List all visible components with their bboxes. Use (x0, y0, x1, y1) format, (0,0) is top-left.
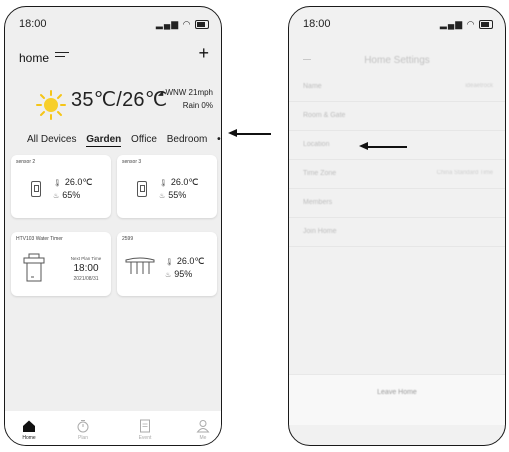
bottom-tab-bar: Home Plan Event Me (5, 411, 221, 445)
temperature-reading: 🌡 26.0℃ (165, 256, 205, 266)
card-title: HTV103 Water Timer (16, 236, 63, 242)
humidity-reading: ♨ 65% (53, 190, 81, 200)
next-plan-time: 18:00 (73, 263, 99, 274)
row-label: Members (303, 199, 333, 206)
battery-icon (479, 20, 493, 30)
tab-event[interactable]: Event (125, 419, 165, 441)
wind-speed: WNW 21mph (165, 88, 213, 97)
row-label: Join Home (303, 228, 337, 235)
home-screen-phone: 18:00 ▂▄▆ ◠ home + 35℃/26℃ ◢ WNW 21mph R… (4, 6, 222, 446)
station-device-icon (125, 257, 155, 274)
timer-icon (77, 420, 89, 433)
settings-row-room[interactable]: Room & Gate (289, 104, 505, 131)
sun-icon (36, 90, 66, 120)
card-title: 2599 (122, 236, 134, 242)
row-label: Time Zone (303, 170, 337, 177)
humidity-reading: ♨ 55% (159, 190, 187, 200)
wind-info: ◢ WNW 21mph Rain 0% (158, 87, 213, 112)
home-settings-phone: 18:00 ▂▄▆ ◠ Home Settings Name ideaetroc… (288, 6, 506, 446)
thermometer-icon: 🌡 (159, 180, 168, 187)
more-tabs-button[interactable]: ••• (217, 134, 221, 145)
humidity-reading: ♨ 95% (165, 269, 193, 279)
next-plan-label: Next Plan Time (70, 256, 102, 261)
device-card-water-timer[interactable]: HTV103 Water Timer Next Plan Time 18:00 … (11, 232, 111, 296)
status-time: 18:00 (303, 18, 331, 30)
device-card-sensor-2[interactable]: sensor 2 🌡 26.0℃ ♨ 65% (11, 155, 111, 218)
leave-home-button[interactable]: Leave Home (289, 374, 505, 425)
annotation-arrow (228, 129, 271, 137)
row-value: ideaetrock (465, 83, 493, 89)
battery-icon (195, 20, 209, 30)
settings-row-join-home[interactable]: Join Home (289, 220, 505, 247)
row-label: Location (303, 141, 330, 148)
next-plan-date: 2021/08/31 (73, 276, 99, 282)
home-icon (23, 420, 35, 432)
card-title: sensor 3 (122, 159, 142, 165)
row-value: China Standard Time (436, 170, 493, 176)
water-timer-icon (23, 253, 45, 282)
leave-home-label: Leave Home (377, 389, 417, 396)
sensor-device-icon (31, 181, 41, 197)
sensor-device-icon (137, 181, 147, 197)
tab-plan[interactable]: Plan (63, 419, 103, 441)
wind-arrow-icon: ◢ (157, 90, 164, 97)
tab-bedroom[interactable]: Bedroom (167, 134, 208, 145)
status-icons: ▂▄▆ ◠ (440, 19, 493, 30)
humidity-icon: ♨ (53, 193, 60, 200)
user-icon (196, 420, 210, 433)
tab-home[interactable]: Home (9, 419, 49, 441)
tab-me[interactable]: Me (183, 419, 221, 441)
tab-office[interactable]: Office (131, 134, 157, 145)
humidity-icon: ♨ (159, 193, 166, 200)
device-card-sensor-3[interactable]: sensor 3 🌡 26.0℃ ♨ 55% (117, 155, 217, 218)
temperature-reading: 🌡 26.0℃ (159, 177, 199, 187)
humidity-icon: ♨ (165, 272, 172, 279)
status-time: 18:00 (19, 18, 47, 30)
nav-bar: Home Settings (289, 51, 505, 71)
page-title: Home Settings (364, 55, 430, 66)
temperature-reading: 🌡 26.0℃ (53, 177, 93, 187)
settings-row-members[interactable]: Members (289, 191, 505, 218)
settings-row-timezone[interactable]: Time Zone China Standard Time (289, 162, 505, 189)
settings-row-name[interactable]: Name ideaetrock (289, 75, 505, 102)
status-icons: ▂▄▆ ◠ (156, 19, 209, 30)
document-icon (140, 419, 150, 433)
menu-icon[interactable] (55, 52, 69, 61)
add-button[interactable]: + (198, 43, 209, 64)
card-title: sensor 2 (16, 159, 36, 165)
annotation-arrow (359, 142, 407, 150)
device-card-2599[interactable]: 2599 🌡 26.0℃ ♨ 95% (117, 232, 217, 296)
row-label: Name (303, 83, 322, 90)
signal-wifi-icon: ▂▄▆ ◠ (155, 19, 192, 29)
tab-garden[interactable]: Garden (86, 134, 122, 147)
temperature-range: 35℃/26℃ (71, 89, 168, 111)
thermometer-icon: 🌡 (165, 259, 174, 266)
room-tabs: All Devices Garden Office Bedroom ••• (27, 134, 221, 147)
home-title[interactable]: home (19, 51, 49, 65)
rain-chance: Rain 0% (182, 101, 213, 110)
signal-wifi-icon: ▂▄▆ ◠ (439, 19, 476, 29)
tab-all-devices[interactable]: All Devices (27, 134, 76, 145)
row-label: Room & Gate (303, 112, 346, 119)
thermometer-icon: 🌡 (53, 180, 62, 187)
